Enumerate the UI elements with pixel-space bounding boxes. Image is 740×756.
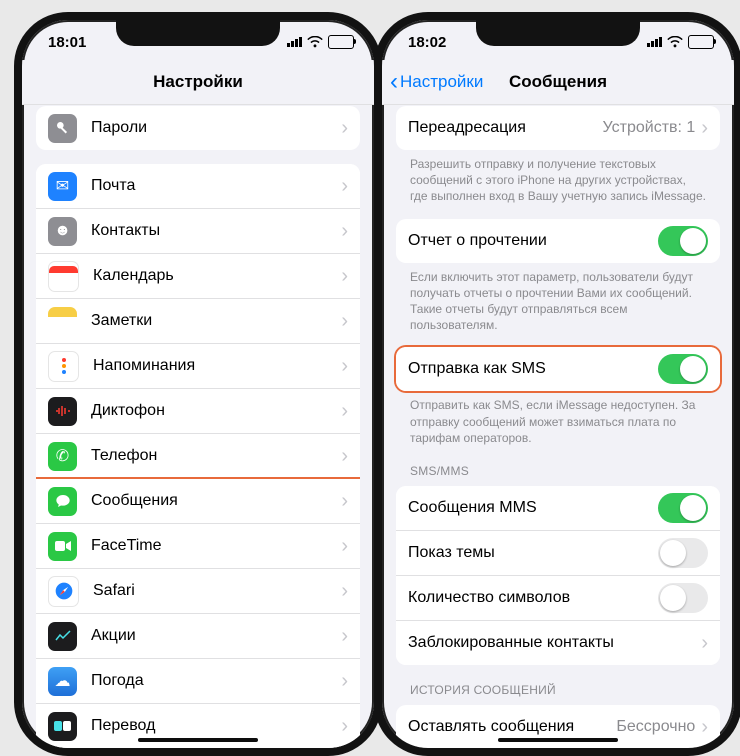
row-character-count[interactable]: Количество символов bbox=[396, 576, 720, 621]
toggle-subject[interactable] bbox=[658, 538, 708, 568]
reminders-icon bbox=[48, 351, 79, 382]
notes-icon bbox=[48, 307, 77, 336]
chevron-right-icon: › bbox=[341, 221, 348, 241]
chevron-left-icon: ‹ bbox=[390, 70, 398, 94]
phone-messages-settings: 18:02 ‹ Настройки Сообщения Переадресаци… bbox=[374, 12, 740, 756]
chevron-right-icon: › bbox=[341, 671, 348, 691]
mail-icon: ✉︎ bbox=[48, 172, 77, 201]
chevron-right-icon: › bbox=[341, 581, 348, 601]
nav-title: Сообщения bbox=[509, 72, 607, 92]
toggle-read-receipts[interactable] bbox=[658, 226, 708, 256]
back-button[interactable]: ‹ Настройки bbox=[390, 60, 483, 104]
contacts-icon: ☻ bbox=[48, 217, 77, 246]
voice-memo-icon bbox=[48, 397, 77, 426]
row-send-as-sms[interactable]: Отправка как SMS bbox=[396, 347, 720, 391]
wifi-icon bbox=[307, 36, 323, 48]
chevron-right-icon: › bbox=[341, 626, 348, 646]
row-text-forwarding[interactable]: Переадресация Устройств: 1 › bbox=[396, 106, 720, 150]
calendar-icon bbox=[48, 261, 79, 292]
facetime-icon bbox=[48, 532, 77, 561]
status-bar: 18:02 bbox=[382, 20, 734, 60]
sidebar-item-reminders[interactable]: Напоминания › bbox=[36, 344, 360, 389]
row-read-receipts[interactable]: Отчет о прочтении bbox=[396, 219, 720, 263]
section-history: ИСТОРИЯ СООБЩЕНИЙ bbox=[410, 683, 706, 697]
sidebar-item-safari[interactable]: Safari › bbox=[36, 569, 360, 614]
chevron-right-icon: › bbox=[341, 266, 348, 286]
status-time: 18:02 bbox=[408, 34, 446, 51]
footer-read: Если включить этот параметр, пользовател… bbox=[410, 269, 706, 334]
chevron-right-icon: › bbox=[341, 118, 348, 138]
toggle-mms[interactable] bbox=[658, 493, 708, 523]
wifi-icon bbox=[667, 36, 683, 48]
sidebar-item-passwords[interactable]: Пароли › bbox=[36, 106, 360, 150]
footer-sms: Отправить как SMS, если iMessage недосту… bbox=[410, 397, 706, 446]
chevron-right-icon: › bbox=[341, 491, 348, 511]
chevron-right-icon: › bbox=[701, 717, 708, 737]
toggle-send-as-sms[interactable] bbox=[658, 354, 708, 384]
messages-icon bbox=[48, 487, 77, 516]
cellular-icon bbox=[287, 37, 302, 47]
chevron-right-icon: › bbox=[341, 401, 348, 421]
home-indicator bbox=[138, 738, 258, 742]
sidebar-item-stocks[interactable]: Акции › bbox=[36, 614, 360, 659]
chevron-right-icon: › bbox=[341, 716, 348, 736]
sidebar-item-mail[interactable]: ✉︎ Почта › bbox=[36, 164, 360, 209]
battery-icon bbox=[328, 35, 354, 49]
chevron-right-icon: › bbox=[701, 118, 708, 138]
stocks-icon bbox=[48, 622, 77, 651]
battery-icon bbox=[688, 35, 714, 49]
safari-icon bbox=[48, 576, 79, 607]
sidebar-item-voice-memos[interactable]: Диктофон › bbox=[36, 389, 360, 434]
weather-icon: ☁︎ bbox=[48, 667, 77, 696]
sidebar-item-messages[interactable]: Сообщения › bbox=[36, 479, 360, 524]
row-blocked[interactable]: Заблокированные контакты › bbox=[396, 621, 720, 665]
home-indicator bbox=[498, 738, 618, 742]
phone-settings: 18:01 Настройки Пароли › bbox=[14, 12, 382, 756]
chevron-right-icon: › bbox=[341, 311, 348, 331]
sidebar-item-facetime[interactable]: FaceTime › bbox=[36, 524, 360, 569]
chevron-right-icon: › bbox=[341, 446, 348, 466]
translate-icon bbox=[48, 712, 77, 741]
status-bar: 18:01 bbox=[22, 20, 374, 60]
row-subject[interactable]: Показ темы bbox=[396, 531, 720, 576]
chevron-right-icon: › bbox=[341, 356, 348, 376]
sidebar-item-contacts[interactable]: ☻ Контакты › bbox=[36, 209, 360, 254]
phone-icon: ✆ bbox=[48, 442, 77, 471]
toggle-char-count[interactable] bbox=[658, 583, 708, 613]
nav-title: Настройки bbox=[153, 72, 243, 92]
section-smsmms: SMS/MMS bbox=[410, 464, 706, 478]
row-mms[interactable]: Сообщения MMS bbox=[396, 486, 720, 531]
sidebar-item-phone[interactable]: ✆ Телефон › bbox=[36, 434, 360, 479]
chevron-right-icon: › bbox=[701, 633, 708, 653]
sidebar-item-notes[interactable]: Заметки › bbox=[36, 299, 360, 344]
key-icon bbox=[48, 114, 77, 143]
chevron-right-icon: › bbox=[341, 536, 348, 556]
sidebar-item-calendar[interactable]: Календарь › bbox=[36, 254, 360, 299]
footer-forwarding: Разрешить отправку и получение текстовых… bbox=[410, 156, 706, 205]
nav-bar: ‹ Настройки Сообщения bbox=[382, 60, 734, 105]
chevron-right-icon: › bbox=[341, 176, 348, 196]
cellular-icon bbox=[647, 37, 662, 47]
nav-bar: Настройки bbox=[22, 60, 374, 105]
sidebar-item-weather[interactable]: ☁︎ Погода › bbox=[36, 659, 360, 704]
status-time: 18:01 bbox=[48, 34, 86, 51]
